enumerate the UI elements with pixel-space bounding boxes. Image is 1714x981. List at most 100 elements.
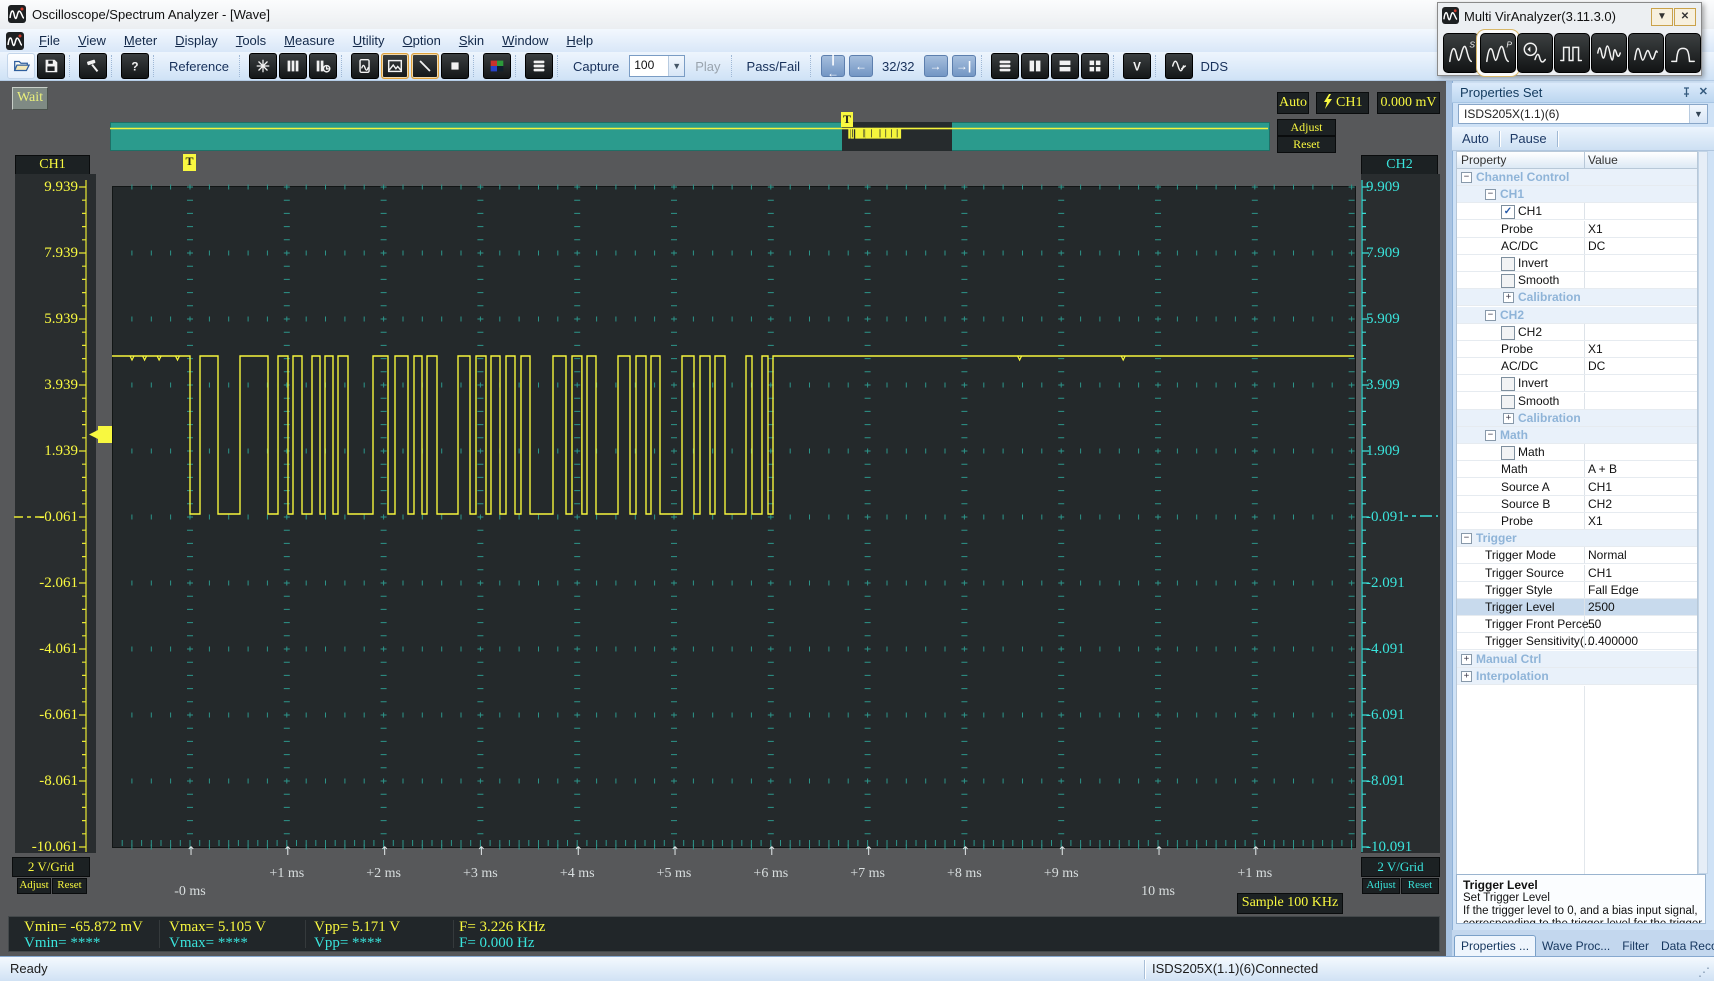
checkbox-math[interactable]: [1501, 446, 1515, 461]
prop-row-trigger[interactable]: − Trigger: [1457, 530, 1697, 548]
prop-value[interactable]: 50: [1588, 617, 1601, 631]
tab-filter[interactable]: Filter: [1616, 936, 1655, 956]
menu-file[interactable]: File: [30, 30, 69, 51]
analyzer-mode-single-pulse[interactable]: [1665, 33, 1701, 73]
analyzer-mode-wave-s[interactable]: S: [1443, 33, 1479, 73]
ch2-reset-button[interactable]: Reset: [1401, 878, 1439, 894]
resize-grip[interactable]: ⋰: [1698, 965, 1710, 979]
trigger-level-arrow[interactable]: [89, 426, 112, 443]
layout-2col-button[interactable]: [1020, 53, 1049, 79]
pause-button[interactable]: Pause: [1500, 129, 1557, 148]
save-button[interactable]: [37, 53, 65, 79]
checkbox-invert[interactable]: [1501, 257, 1515, 271]
prop-row-trigger-mode[interactable]: Trigger Mode Normal: [1457, 547, 1697, 565]
columns-button[interactable]: [278, 53, 307, 79]
nav-prev-button[interactable]: ←: [849, 55, 873, 77]
prop-row-calibration[interactable]: + Calibration: [1457, 409, 1697, 427]
auto-button[interactable]: Auto: [1452, 129, 1499, 148]
diagonal-line-button[interactable]: [410, 53, 439, 79]
prop-value[interactable]: X1: [1588, 514, 1603, 528]
image-button[interactable]: [380, 53, 409, 79]
prop-row-ch2[interactable]: CH2: [1457, 323, 1697, 341]
prop-row-ac-dc[interactable]: AC/DC DC: [1457, 237, 1697, 255]
prop-row-probe[interactable]: Probe X1: [1457, 220, 1697, 238]
analyzer-mode-meter-wave[interactable]: [1517, 33, 1553, 73]
layout-quad-button[interactable]: [1080, 53, 1109, 79]
trigger-time-marker[interactable]: T: [183, 154, 196, 171]
prop-value[interactable]: X1: [1588, 222, 1603, 236]
checkbox-invert[interactable]: [1501, 377, 1515, 392]
prop-value[interactable]: CH1: [1588, 480, 1612, 494]
prop-row-ch1[interactable]: ✓ CH1: [1457, 203, 1697, 221]
expand-expand-icon[interactable]: +: [1461, 653, 1472, 665]
checkbox-smooth[interactable]: [1501, 394, 1515, 409]
overview-trigger-marker[interactable]: T: [841, 112, 853, 127]
checkbox-ch2[interactable]: [1501, 325, 1515, 340]
reference-button[interactable]: Reference: [162, 59, 236, 74]
v-button[interactable]: V: [1122, 53, 1151, 79]
prop-value[interactable]: A + B: [1588, 462, 1617, 476]
dds-wave-button[interactable]: [1164, 53, 1193, 79]
columns-clock-button[interactable]: [308, 53, 337, 79]
prop-value[interactable]: X1: [1588, 342, 1603, 356]
layout-2row-button[interactable]: [1050, 53, 1079, 79]
prop-row-probe[interactable]: Probe X1: [1457, 341, 1697, 358]
prop-row-source-a[interactable]: Source A CH1: [1457, 478, 1697, 496]
prop-value[interactable]: CH1: [1588, 566, 1612, 580]
expand-collapse-icon[interactable]: −: [1485, 189, 1496, 201]
prop-row-trigger-level[interactable]: Trigger Level 2500: [1457, 599, 1697, 616]
capture-combo[interactable]: 100 ▼: [629, 55, 686, 77]
menu-display[interactable]: Display: [166, 30, 227, 51]
analyzer-mode-pulse-train[interactable]: [1554, 33, 1590, 73]
prop-row-interpolation[interactable]: + Interpolation: [1457, 667, 1697, 685]
capture-count-value[interactable]: 100: [630, 56, 668, 76]
prop-value[interactable]: 2500: [1588, 600, 1615, 614]
prop-row-probe[interactable]: Probe X1: [1457, 513, 1697, 530]
ch1-adjust-button[interactable]: Adjust: [17, 878, 51, 894]
device-select[interactable]: ISDS205X(1.1)(6) ▼: [1458, 104, 1708, 124]
expand-expand-icon[interactable]: +: [1461, 670, 1472, 682]
prop-value[interactable]: Fall Edge: [1588, 583, 1639, 597]
menu-meter[interactable]: Meter: [115, 30, 166, 51]
prop-value[interactable]: CH2: [1588, 497, 1612, 511]
menu-view[interactable]: View: [69, 30, 115, 51]
expand-collapse-icon[interactable]: −: [1485, 430, 1496, 441]
passfail-button[interactable]: Pass/Fail: [740, 59, 807, 74]
prop-row-smooth[interactable]: Smooth: [1457, 392, 1697, 410]
nav-next-button[interactable]: →: [923, 55, 948, 77]
tab-data-record[interactable]: Data Record: [1655, 936, 1714, 956]
menu-utility[interactable]: Utility: [344, 30, 394, 51]
prop-value[interactable]: Normal: [1588, 548, 1627, 562]
expand-collapse-icon[interactable]: −: [1485, 309, 1496, 321]
chevron-down-icon[interactable]: ▼: [1689, 105, 1707, 123]
nav-last-button[interactable]: →|: [951, 55, 976, 77]
properties-scrollbar[interactable]: [1698, 151, 1708, 874]
prop-row-channel-control[interactable]: − Channel Control: [1457, 169, 1697, 186]
pin-icon[interactable]: [1681, 87, 1692, 98]
expand-expand-icon[interactable]: +: [1503, 292, 1514, 304]
menu-skin[interactable]: Skin: [450, 30, 493, 51]
checkbox-ch1[interactable]: ✓: [1501, 205, 1515, 220]
prop-row-math[interactable]: Math: [1457, 444, 1697, 462]
ch2-adjust-button[interactable]: Adjust: [1362, 878, 1400, 894]
prop-row-trigger-source[interactable]: Trigger Source CH1: [1457, 564, 1697, 582]
tab-wave-proc[interactable]: Wave Proc...: [1536, 936, 1616, 956]
prop-row-manual-ctrl[interactable]: + Manual Ctrl: [1457, 650, 1697, 668]
prop-value[interactable]: DC: [1588, 359, 1605, 373]
expand-expand-icon[interactable]: +: [1503, 412, 1514, 424]
prop-row-ch2[interactable]: − CH2: [1457, 306, 1697, 324]
analyzer-mode-wave-p[interactable]: P: [1480, 33, 1516, 73]
chevron-down-icon[interactable]: ▼: [668, 56, 685, 76]
menu-tools[interactable]: Tools: [227, 30, 275, 51]
prop-row-ac-dc[interactable]: AC/DC DC: [1457, 358, 1697, 376]
play-button[interactable]: Play: [688, 59, 727, 74]
prop-row-trigger-sensitivity[interactable]: Trigger Sensitivity(... 0.400000: [1457, 633, 1697, 651]
analyzer-mode-burst-wave[interactable]: [1591, 33, 1627, 73]
tag-wave-button[interactable]: [350, 53, 379, 79]
column-divider[interactable]: [1584, 152, 1585, 168]
close-icon[interactable]: ✕: [1674, 8, 1696, 26]
expand-collapse-icon[interactable]: −: [1461, 533, 1472, 545]
checkbox-smooth[interactable]: [1501, 274, 1515, 289]
layout-rows-button[interactable]: [990, 53, 1019, 79]
prop-row-invert[interactable]: Invert: [1457, 255, 1697, 272]
